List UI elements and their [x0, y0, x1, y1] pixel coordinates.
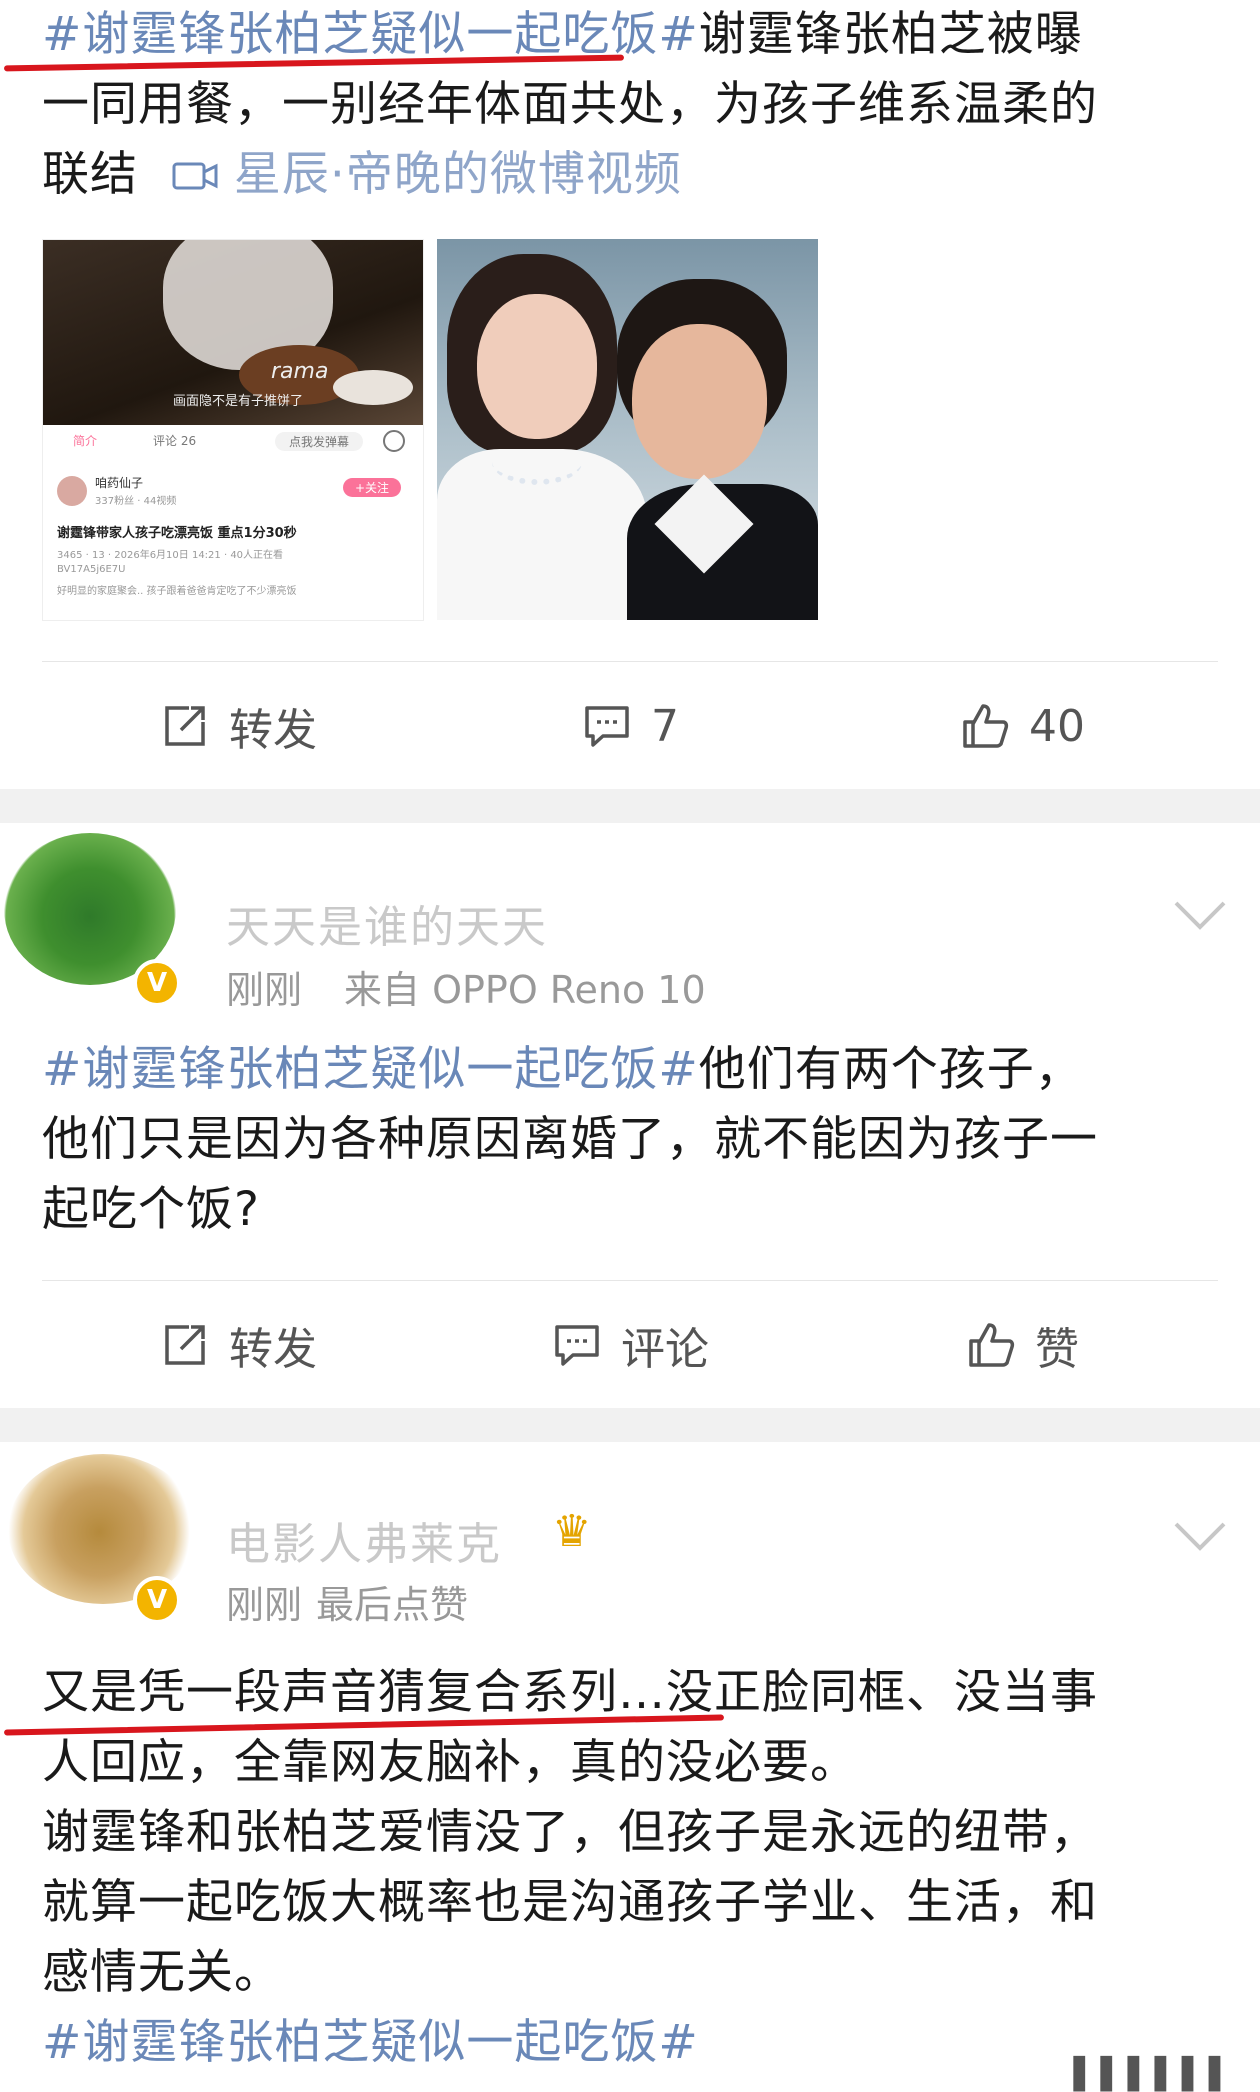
repost-icon — [165, 706, 205, 746]
video-icon — [172, 162, 218, 190]
tab-comments[interactable]: 评论 26 — [153, 432, 196, 449]
username[interactable]: 电影人弗莱克 — [226, 1508, 502, 1572]
section-divider — [0, 789, 1260, 823]
hashtag-link[interactable]: #谢霆锋张柏芝疑似一起吃饭# — [42, 2015, 699, 2070]
cake-text: rama — [271, 359, 329, 384]
repost-icon — [165, 1325, 205, 1365]
crown-icon: ♛ — [552, 1506, 592, 1557]
post-action-bar: 转发 7 40 — [42, 661, 1218, 790]
like-button[interactable]: 40 — [826, 662, 1218, 790]
comment-label: 评论 — [621, 1324, 709, 1375]
verified-badge-icon: V — [133, 959, 181, 1007]
danmaku-icon[interactable] — [383, 430, 405, 452]
plate — [333, 370, 413, 405]
comment-card: V 天天是谁的天天 刚刚 来自 OPPO Reno 10 #谢霆锋张柏芝疑似一起… — [0, 823, 1260, 1408]
repost-button[interactable]: 转发 — [42, 662, 434, 790]
groom-face — [632, 324, 767, 479]
comment-icon — [555, 1325, 599, 1366]
video-stats: 3465 · 13 · 2026年6月10日 14:21 · 40人正在看 — [57, 550, 284, 561]
like-button[interactable]: 赞 — [826, 1281, 1218, 1409]
bride-face — [477, 294, 597, 439]
post-time: 刚刚 — [226, 968, 303, 1012]
post-text-segment: 一同用餐，一别经年体面共处，为孩子维系温柔的 — [42, 77, 1098, 132]
danmaku-button[interactable]: 点我发弹幕 — [275, 432, 364, 451]
video-frame: rama 画面隐不是有子推饼了 — [43, 240, 423, 425]
comment-text: #谢霆锋张柏芝疑似一起吃饭#他们有两个孩子， 他们只是因为各种原因离婚了，就不能… — [42, 1035, 1222, 1245]
post-text-segment: 谢霆锋张柏芝被曝 — [698, 7, 1083, 62]
username[interactable]: 天天是谁的天天 — [226, 891, 548, 955]
video-link[interactable]: 星辰·帝晚的微博视频 — [172, 147, 682, 202]
comment-text-segment: 起吃个饭? — [42, 1182, 260, 1237]
thumbs-up-icon — [969, 1323, 1015, 1367]
video-bvid: BV17A5j6E7U — [57, 564, 126, 575]
post-image-wedding-photo[interactable] — [437, 239, 818, 620]
comment-text-segment: 感情无关。 — [42, 1945, 282, 2000]
video-link-label: 星辰·帝晚的微博视频 — [233, 147, 682, 202]
post-image-video-screenshot[interactable]: rama 画面隐不是有子推饼了 简介 评论 26 点我发弹幕 咱药仙子 337粉… — [42, 239, 424, 621]
post-text-segment: 联结 — [42, 147, 138, 202]
uploader-name[interactable]: 咱药仙子 — [95, 474, 143, 491]
video-title: 谢霆锋带家人孩子吃漂亮饭 重点1分30秒 — [57, 526, 297, 541]
comment-button[interactable]: 7 — [434, 662, 826, 790]
watermark: ▌▌▌▌▌▌ — [1073, 2057, 1236, 2092]
comment-text-segment: 谢霆锋和张柏芝爱情没了，但孩子是永远的纽带， — [42, 1805, 1098, 1860]
comment-text-segment: 就算一起吃饭大概率也是沟通孩子学业、生活，和 — [42, 1875, 1098, 1930]
repost-label: 转发 — [229, 1324, 317, 1375]
post-source: 来自 OPPO Reno 10 — [344, 968, 706, 1012]
follow-button[interactable]: +关注 — [343, 478, 402, 497]
comment-text-segment: 他们只是因为各种原因离婚了，就不能因为孩子一 — [42, 1112, 1098, 1167]
post-time: 刚刚 — [226, 1583, 303, 1627]
comment-text-segment: 人回应，全靠网友脑补，真的没必要。 — [42, 1735, 858, 1790]
tab-intro[interactable]: 简介 — [73, 432, 97, 449]
uploader-meta: 337粉丝 · 44视频 — [95, 496, 177, 507]
post-text: #谢霆锋张柏芝疑似一起吃饭#谢霆锋张柏芝被曝 一同用餐，一别经年体面共处，为孩子… — [42, 0, 1222, 210]
like-count: 40 — [1029, 700, 1085, 752]
chevron-down-icon[interactable] — [1172, 895, 1228, 935]
comment-icon — [585, 706, 629, 747]
comment-text-segment: 他们有两个孩子， — [698, 1042, 1083, 1097]
subtitle-overlay: 画面隐不是有子推饼了 — [173, 394, 304, 409]
repost-button[interactable]: 转发 — [42, 1281, 434, 1409]
hashtag-link[interactable]: #谢霆锋张柏芝疑似一起吃饭# — [42, 7, 699, 62]
comment-button[interactable]: 评论 — [434, 1281, 826, 1409]
video-description: 好明显的家庭聚会.. 孩子跟着爸爸肯定吃了不少漂亮饭 — [57, 586, 297, 597]
uploader-avatar[interactable] — [57, 476, 87, 506]
thumbs-up-icon — [963, 704, 1009, 748]
like-label: 赞 — [1035, 1324, 1079, 1375]
repost-label: 转发 — [229, 705, 317, 756]
weibo-post: #谢霆锋张柏芝疑似一起吃饭#谢霆锋张柏芝被曝 一同用餐，一别经年体面共处，为孩子… — [0, 0, 1260, 789]
necklace — [492, 439, 582, 485]
last-liked-label: 最后点赞 — [316, 1583, 469, 1627]
chevron-down-icon[interactable] — [1172, 1516, 1228, 1556]
comment-text-segment: 又是凭一段声音猜复合系列…没正脸同框、没当事 — [42, 1665, 1098, 1720]
comment-action-bar: 转发 评论 赞 — [42, 1280, 1218, 1409]
hashtag-link[interactable]: #谢霆锋张柏芝疑似一起吃饭# — [42, 1042, 699, 1097]
comment-card: V 电影人弗莱克 ♛ 刚刚 最后点赞 又是凭一段声音猜复合系列…没正脸同框、没当… — [0, 1442, 1260, 2092]
video-tabs: 简介 评论 26 点我发弹幕 — [43, 430, 423, 460]
verified-badge-icon: V — [133, 1576, 181, 1624]
section-divider — [0, 1408, 1260, 1442]
comment-count: 7 — [651, 700, 679, 752]
